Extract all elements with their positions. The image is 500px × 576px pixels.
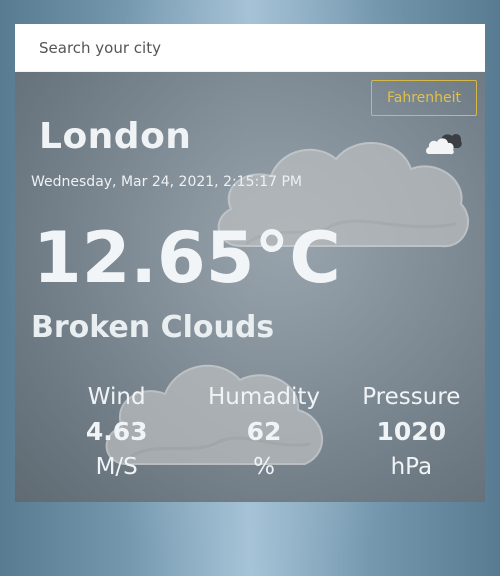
weather-card: Fahrenheit London Wednesday, Mar 24, 202… bbox=[15, 72, 485, 502]
pressure-stat: Pressure 1020 hPa bbox=[338, 382, 485, 482]
city-name: London bbox=[39, 116, 192, 157]
stat-value: 1020 bbox=[376, 417, 447, 446]
wind-stat: Wind 4.63 M/S bbox=[15, 382, 190, 482]
stat-label: Pressure bbox=[362, 384, 461, 410]
temperature: 12.65°C bbox=[33, 217, 341, 299]
stat-unit: M/S bbox=[95, 454, 138, 480]
stat-label: Wind bbox=[87, 384, 146, 410]
search-input[interactable] bbox=[15, 24, 485, 71]
humidity-stat: Humadity 62 % bbox=[190, 382, 337, 482]
date-time: Wednesday, Mar 24, 2021, 2:15:17 PM bbox=[31, 174, 303, 190]
stat-unit: hPa bbox=[390, 454, 433, 480]
broken-clouds-icon bbox=[426, 133, 462, 155]
stat-label: Humadity bbox=[207, 384, 320, 410]
stat-value: 4.63 bbox=[85, 417, 148, 446]
fahrenheit-toggle-button[interactable]: Fahrenheit bbox=[370, 80, 477, 116]
stat-value: 62 bbox=[246, 417, 282, 446]
search-bar bbox=[15, 24, 485, 72]
weather-condition: Broken Clouds bbox=[31, 310, 275, 345]
weather-stats: Wind 4.63 M/S Humadity 62 % Pressure 102… bbox=[15, 382, 485, 482]
stat-unit: % bbox=[253, 454, 275, 480]
